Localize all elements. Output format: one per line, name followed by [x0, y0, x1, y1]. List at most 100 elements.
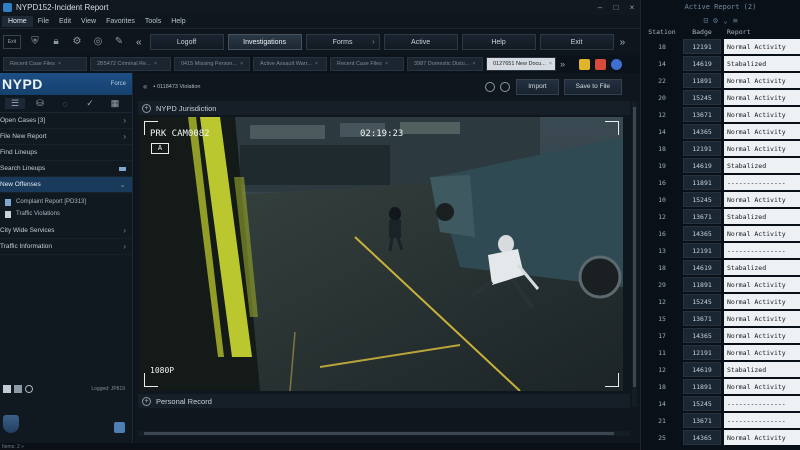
table-row[interactable]: 14 14365 Normal Activity: [641, 124, 800, 139]
force-label[interactable]: Force: [111, 81, 126, 87]
active-button[interactable]: Active: [383, 34, 458, 50]
help-icon[interactable]: [611, 58, 623, 70]
table-row[interactable]: 21 13671 ---------------: [641, 413, 800, 428]
doc-tab[interactable]: 2B5472 Criminal Re... ×: [90, 57, 171, 71]
exit-button[interactable]: Exit: [539, 34, 614, 50]
table-row[interactable]: 14 14619 Stabalized: [641, 56, 800, 71]
doc-tab[interactable]: 3987 Domestic Distu... ×: [407, 57, 483, 71]
lock-icon[interactable]: 🔒︎: [49, 35, 63, 49]
menu-edit[interactable]: Edit: [54, 18, 76, 25]
close-tab-icon[interactable]: ×: [315, 61, 318, 67]
doc-tab[interactable]: Active Assault Warr... ×: [253, 57, 327, 71]
help-button[interactable]: Help: [461, 34, 536, 50]
investigations-button[interactable]: Investigations: [227, 34, 302, 50]
settings-circle-icon[interactable]: [500, 81, 511, 92]
column-header-badge[interactable]: Badge: [683, 28, 721, 36]
column-header-station[interactable]: Station: [641, 28, 683, 36]
help-icon[interactable]: [114, 422, 125, 433]
sidebar-item-find-lineups[interactable]: Find Lineups: [0, 145, 132, 161]
sidebar-item-new-offenses[interactable]: New Offenses ⌄: [0, 177, 132, 193]
check-icon[interactable]: ✓: [80, 98, 100, 109]
save-to-file-button[interactable]: Save to File: [563, 78, 622, 95]
table-row[interactable]: 10 15245 Normal Activity: [641, 192, 800, 207]
table-row[interactable]: 14 15245 ---------------: [641, 396, 800, 411]
doc-tab-active[interactable]: 0127651 New Docu... ×: [486, 57, 556, 71]
tabs-overflow-chevron[interactable]: »: [560, 59, 565, 69]
table-row[interactable]: 18 12191 Normal Activity: [641, 39, 800, 54]
table-row[interactable]: 13 12191 ---------------: [641, 243, 800, 258]
sliders-icon[interactable]: ☰: [5, 98, 25, 109]
database-icon[interactable]: ⛁: [30, 98, 50, 109]
close-button[interactable]: ×: [624, 3, 640, 12]
vertical-scrollbar[interactable]: [632, 101, 637, 407]
maximize-button[interactable]: □: [608, 3, 624, 12]
close-tab-icon[interactable]: ×: [154, 61, 157, 67]
gear-icon[interactable]: ⚙︎: [713, 16, 718, 25]
add-circle-icon[interactable]: [485, 81, 496, 92]
menu-file[interactable]: File: [33, 18, 54, 25]
folder-icon[interactable]: [579, 58, 591, 70]
scrollbar-thumb[interactable]: [144, 432, 614, 435]
table-row[interactable]: 16 11891 ---------------: [641, 175, 800, 190]
table-row[interactable]: 15 13671 Normal Activity: [641, 311, 800, 326]
sidebar-subitem-traffic-violations[interactable]: Traffic Violations: [0, 208, 132, 220]
table-row[interactable]: 18 14619 Stabalized: [641, 260, 800, 275]
personal-record-section-header[interactable]: + Personal Record: [138, 394, 630, 408]
table-row[interactable]: 16 14365 Normal Activity: [641, 226, 800, 241]
table-row[interactable]: 17 14365 Normal Activity: [641, 328, 800, 343]
table-row[interactable]: 18 11891 Normal Activity: [641, 379, 800, 394]
shield-icon[interactable]: ⛨: [28, 35, 42, 49]
horizontal-scrollbar[interactable]: [138, 431, 630, 436]
import-button[interactable]: Import: [516, 78, 559, 95]
table-row[interactable]: 29 11891 Normal Activity: [641, 277, 800, 292]
filter-icon[interactable]: ⊟: [703, 16, 708, 25]
scrollbar-thumb[interactable]: [633, 107, 636, 387]
table-row[interactable]: 12 14619 Stabalized: [641, 362, 800, 377]
expand-icon[interactable]: +: [142, 103, 151, 113]
close-tab-icon[interactable]: ×: [240, 61, 243, 67]
chevron-down-icon[interactable]: ⌄: [723, 16, 728, 25]
doc-tab[interactable]: Recent Case Files ×: [3, 57, 87, 71]
nav-forward-chevron[interactable]: »: [620, 37, 626, 48]
target-icon[interactable]: ◎: [91, 35, 105, 49]
sidebar-item-traffic-information[interactable]: Traffic Information ›: [0, 239, 132, 255]
table-row[interactable]: 12 13671 Stabalized: [641, 209, 800, 224]
expand-icon[interactable]: +: [142, 396, 151, 406]
table-row[interactable]: 25 14365 Normal Activity: [641, 430, 800, 445]
table-row[interactable]: 12 15245 Normal Activity: [641, 294, 800, 309]
menu-home[interactable]: Home: [2, 15, 33, 27]
table-row[interactable]: 20 15245 Normal Activity: [641, 90, 800, 105]
breadcrumb[interactable]: ▪ 0118473 Violation: [153, 84, 200, 90]
list-icon[interactable]: ≡: [733, 16, 738, 25]
lightbulb-icon[interactable]: ◌: [55, 99, 75, 109]
close-tab-icon[interactable]: ×: [385, 61, 388, 67]
gear-icon[interactable]: ⚙︎: [70, 35, 84, 49]
menu-help[interactable]: Help: [166, 18, 190, 25]
table-row[interactable]: 22 11891 Normal Activity: [641, 73, 800, 88]
stack-icon[interactable]: [14, 385, 22, 393]
page-icon[interactable]: [3, 385, 11, 393]
close-tab-icon[interactable]: ×: [58, 61, 61, 67]
wrench-icon[interactable]: ✎: [112, 35, 126, 49]
sidebar-item-open-cases[interactable]: Open Cases [3] ›: [0, 113, 132, 129]
back-chevron-icon[interactable]: «: [143, 82, 147, 91]
sidebar-subitem-complaint-report[interactable]: Complaint Report [PD313]: [0, 196, 132, 208]
doc-tab[interactable]: Recent Case Files ×: [330, 57, 404, 71]
table-row[interactable]: 12 13671 Normal Activity: [641, 107, 800, 122]
minimize-button[interactable]: –: [592, 3, 608, 12]
table-row[interactable]: 19 14619 Stabalized: [641, 158, 800, 173]
grid-icon[interactable]: ▦: [105, 98, 125, 109]
menu-tools[interactable]: Tools: [140, 18, 166, 25]
sidebar-item-city-wide-services[interactable]: City Wide Services ›: [0, 223, 132, 239]
forms-button[interactable]: Forms ›: [305, 34, 380, 50]
mail-icon[interactable]: [595, 58, 607, 70]
column-header-report[interactable]: Report: [721, 28, 750, 36]
close-tab-icon[interactable]: ×: [472, 61, 475, 67]
close-tab-icon[interactable]: ×: [549, 61, 552, 67]
doc-tab[interactable]: 0415 Missing Person... ×: [174, 57, 250, 71]
sidebar-item-file-new-report[interactable]: File New Report ›: [0, 129, 132, 145]
jurisdiction-section-header[interactable]: + NYPD Jurisdiction: [138, 101, 630, 115]
logoff-button[interactable]: Logoff: [149, 34, 224, 50]
menu-view[interactable]: View: [76, 18, 101, 25]
sidebar-item-search-lineups[interactable]: Search Lineups: [0, 161, 132, 177]
